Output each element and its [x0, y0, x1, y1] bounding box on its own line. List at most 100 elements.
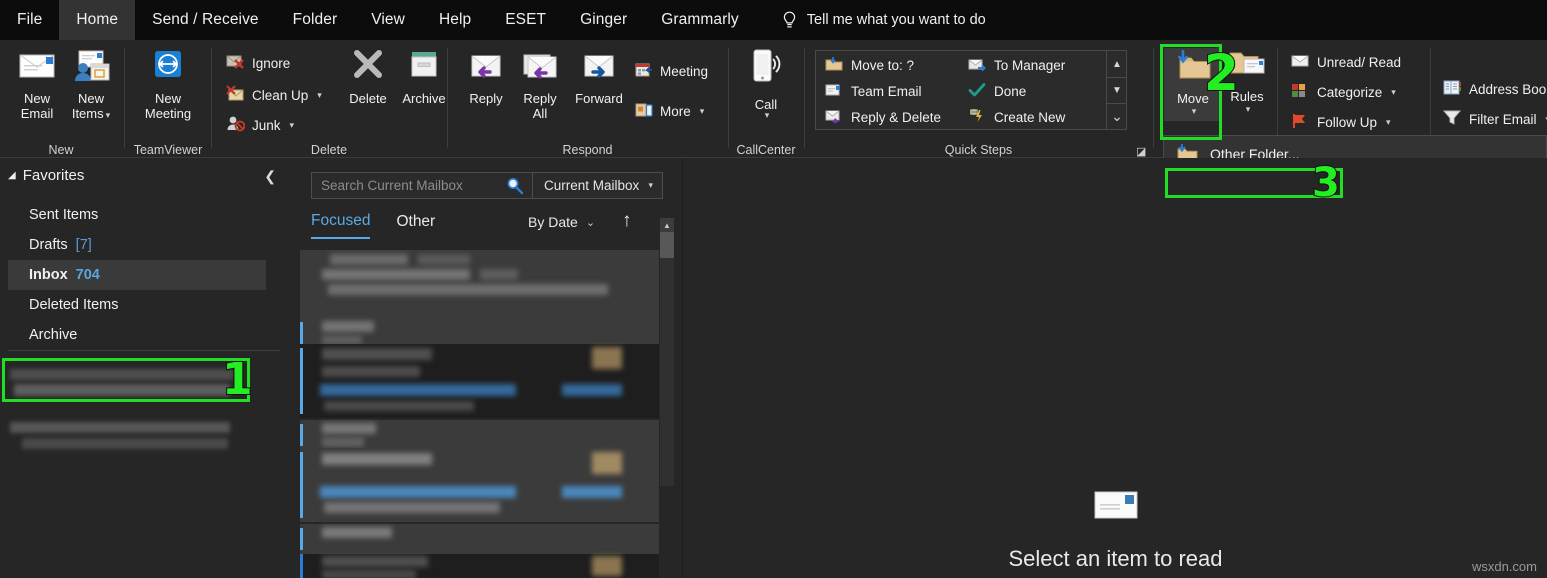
- ribbon-group-respond: Reply Reply All Forward: [449, 40, 726, 158]
- teamviewer-icon: [150, 48, 186, 87]
- unread-indicator: [300, 424, 303, 446]
- reply-label: Reply: [469, 91, 502, 106]
- follow-up-flag-icon: [1291, 113, 1310, 132]
- tab-other[interactable]: Other: [396, 213, 435, 238]
- quicksteps-more-icon[interactable]: ⌄: [1107, 103, 1127, 129]
- quickstep-create-new[interactable]: Create New: [968, 108, 1065, 127]
- message-row-selected[interactable]: [300, 344, 659, 418]
- tab-file[interactable]: File: [0, 0, 59, 40]
- follow-up-button[interactable]: Follow Up ▾: [1291, 113, 1391, 132]
- tell-me-search[interactable]: Tell me what you want to do: [756, 0, 986, 40]
- tab-home[interactable]: Home: [59, 0, 135, 40]
- junk-icon: [226, 115, 245, 135]
- quick-steps-scrollbar[interactable]: ▲ ▼ ⌄: [1106, 51, 1126, 129]
- reply-delete-icon: [825, 108, 843, 127]
- quickstep-label: To Manager: [994, 58, 1065, 73]
- quickstep-team-email[interactable]: Team Email: [825, 82, 922, 101]
- search-current-mailbox-field[interactable]: Search Current Mailbox: [311, 172, 533, 199]
- unread-read-button[interactable]: Unread/ Read: [1291, 53, 1401, 71]
- tab-grammarly[interactable]: Grammarly: [644, 0, 756, 40]
- new-items-button[interactable]: New Items▾: [62, 48, 120, 123]
- tab-focused[interactable]: Focused: [311, 212, 370, 239]
- move-to-folder-icon: [825, 56, 843, 75]
- quicksteps-dialog-launcher[interactable]: ◪: [1136, 145, 1148, 157]
- ribbon-group-label-delete: Delete: [213, 143, 445, 157]
- ribbon-separator: [728, 48, 729, 148]
- more-button[interactable]: More ▾: [635, 102, 704, 121]
- done-check-icon: [968, 82, 986, 101]
- new-meeting-label-line1: New: [155, 91, 181, 106]
- message-row[interactable]: [300, 250, 659, 306]
- archive-button[interactable]: Archive: [395, 48, 453, 106]
- quickstep-done[interactable]: Done: [968, 82, 1026, 101]
- sidebar-item-label: Deleted Items: [29, 297, 118, 313]
- quickstep-reply-delete[interactable]: Reply & Delete: [825, 108, 941, 127]
- message-row[interactable]: [300, 524, 659, 554]
- message-row[interactable]: [300, 420, 659, 450]
- tab-folder[interactable]: Folder: [276, 0, 355, 40]
- reply-icon: [464, 48, 508, 87]
- sidebar-item-drafts[interactable]: Drafts [7]: [8, 230, 266, 260]
- message-list-scrollbar[interactable]: ▲: [660, 218, 674, 486]
- ribbon-group-new: New Email New Items▾ New: [0, 40, 122, 158]
- ribbon-separator: [1153, 48, 1154, 148]
- scroll-up-icon[interactable]: ▲: [660, 218, 674, 232]
- filter-email-label: Filter Email: [1469, 112, 1537, 127]
- meeting-icon: [635, 62, 653, 81]
- categorize-icon: [1291, 83, 1310, 101]
- unread-indicator: [300, 528, 303, 550]
- new-email-button[interactable]: New Email: [8, 48, 66, 121]
- junk-button[interactable]: Junk ▾: [226, 115, 294, 135]
- message-row[interactable]: [300, 448, 659, 522]
- tab-ginger[interactable]: Ginger: [563, 0, 644, 40]
- chevron-down-icon: ⌄: [586, 216, 595, 229]
- search-icon[interactable]: [506, 177, 524, 198]
- favorites-label: Favorites: [23, 167, 85, 184]
- sidebar-item-label: Sent Items: [29, 207, 98, 223]
- chevron-down-icon: ▾: [290, 120, 295, 131]
- follow-up-label: Follow Up: [1317, 115, 1377, 130]
- mail-account-subfolder[interactable]: [6, 418, 242, 454]
- ribbon-separator: [124, 48, 125, 148]
- address-book-button[interactable]: Address Boo: [1443, 80, 1546, 98]
- chevron-down-icon: ▾: [1246, 104, 1251, 115]
- meeting-button[interactable]: Meeting: [635, 62, 708, 81]
- sidebar-item-sent-items[interactable]: Sent Items: [8, 200, 266, 230]
- reply-all-button[interactable]: Reply All: [511, 48, 569, 121]
- call-button[interactable]: Call ▾: [737, 48, 795, 121]
- filter-email-button[interactable]: Filter Email ▾: [1443, 110, 1547, 128]
- quicksteps-scroll-down-icon[interactable]: ▼: [1107, 77, 1127, 103]
- favorites-header[interactable]: ◢ Favorites: [8, 167, 84, 184]
- collapse-pane-icon[interactable]: ❮: [264, 168, 276, 185]
- new-meeting-button[interactable]: New Meeting: [139, 48, 197, 121]
- tab-send-receive[interactable]: Send / Receive: [135, 0, 276, 40]
- to-manager-icon: [968, 56, 986, 75]
- sort-by-dropdown[interactable]: By Date ⌄: [528, 214, 595, 230]
- scrollbar-thumb[interactable]: [660, 232, 674, 258]
- tab-view[interactable]: View: [354, 0, 422, 40]
- unread-read-label: Unread/ Read: [1317, 55, 1401, 70]
- ribbon-group-label-quicksteps: Quick Steps: [806, 143, 1151, 157]
- new-items-label-line1: New: [78, 91, 104, 106]
- search-scope-dropdown[interactable]: Current Mailbox ▾: [533, 172, 663, 199]
- message-row[interactable]: [300, 554, 659, 578]
- sort-direction-arrow-up-icon[interactable]: ↑: [622, 210, 632, 232]
- mail-account-folder[interactable]: [6, 363, 248, 405]
- forward-button[interactable]: Forward: [565, 48, 633, 106]
- tab-eset[interactable]: ESET: [488, 0, 563, 40]
- tab-help[interactable]: Help: [422, 0, 488, 40]
- quicksteps-scroll-up-icon[interactable]: ▲: [1107, 51, 1127, 77]
- delete-button[interactable]: Delete: [339, 48, 397, 106]
- quickstep-move-to[interactable]: Move to: ?: [825, 56, 914, 75]
- sidebar-item-inbox[interactable]: Inbox 704: [8, 260, 266, 290]
- sidebar-item-archive[interactable]: Archive: [8, 320, 266, 350]
- quickstep-to-manager[interactable]: To Manager: [968, 56, 1065, 75]
- clean-up-button[interactable]: Clean Up ▾: [226, 85, 322, 105]
- address-book-icon: [1443, 80, 1462, 98]
- chevron-down-icon: ▾: [1386, 117, 1391, 128]
- sort-by-label: By Date: [528, 214, 578, 230]
- ignore-button[interactable]: Ignore: [226, 53, 290, 73]
- reply-button[interactable]: Reply: [457, 48, 515, 106]
- sidebar-item-deleted-items[interactable]: Deleted Items: [8, 290, 266, 320]
- categorize-button[interactable]: Categorize ▾: [1291, 83, 1396, 101]
